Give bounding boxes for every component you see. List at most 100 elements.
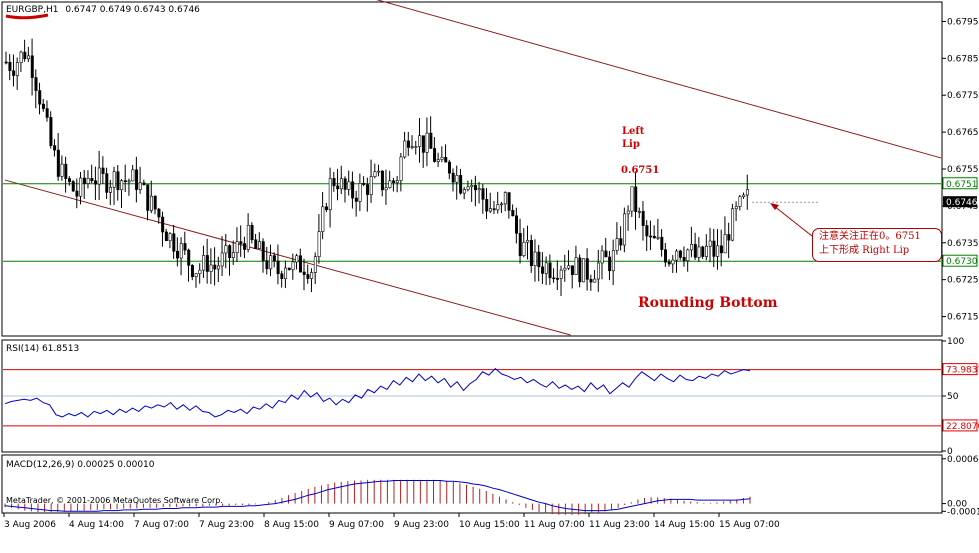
candle-body: [563, 267, 567, 271]
candle-body: [343, 178, 347, 190]
candle-body: [541, 266, 545, 274]
candle-body: [369, 176, 373, 195]
candle-body: [570, 265, 574, 275]
candle-body: [518, 233, 522, 256]
candle-body: [574, 257, 578, 275]
price-tick-label: 0.6725: [947, 276, 979, 286]
candle-body: [82, 177, 86, 184]
candle-body: [429, 132, 433, 149]
candle-body: [138, 182, 142, 190]
candle-body: [552, 277, 556, 280]
candle-body: [567, 265, 571, 269]
candle-body: [459, 175, 463, 194]
candle-body: [38, 90, 42, 105]
candle-body: [440, 157, 444, 160]
candle-body: [544, 262, 548, 274]
candle-body: [19, 51, 23, 64]
candle-body: [336, 185, 340, 190]
candle-body: [444, 157, 448, 163]
candle-body: [481, 188, 485, 200]
macd-title: MACD(12,26,9) 0.00025 0.00010: [6, 460, 155, 470]
candle-body: [474, 185, 478, 191]
candle-body: [4, 61, 8, 64]
candle-body: [213, 264, 217, 270]
x-tick-label: 9 Aug 07:00: [329, 520, 384, 530]
candle-body: [723, 234, 727, 254]
x-tick-label: 15 Aug 07:00: [719, 520, 780, 530]
x-tick-label: 9 Aug 23:00: [394, 520, 449, 530]
candle-body: [86, 178, 90, 184]
price-tick-label: 0.6785: [947, 54, 979, 64]
candle-body: [433, 148, 437, 162]
candle-body: [719, 245, 723, 254]
candle-body: [202, 255, 206, 271]
pattern-title: Rounding Bottom: [638, 295, 778, 311]
chart-header: EURGBP,H1 0.6747 0.6749 0.6743 0.6746: [6, 5, 200, 15]
candle-body: [27, 55, 31, 60]
callout-line2: 上下形成 Right Lip: [819, 245, 910, 256]
candle-body: [492, 208, 496, 211]
candle-body: [507, 192, 511, 211]
left-lip-label: Left Lip: [622, 125, 644, 151]
candle-body: [652, 236, 656, 239]
candle-body: [533, 251, 537, 267]
macd-tick-label: -0.00011: [947, 507, 979, 517]
x-tick-label: 3 Aug 2006: [4, 520, 56, 530]
candle-body: [68, 178, 72, 182]
candle-body: [317, 231, 321, 257]
candle-body: [637, 211, 641, 213]
candle-body: [682, 257, 686, 261]
rsi-title: RSI(14) 61.8513: [6, 344, 80, 354]
candle-body: [395, 180, 399, 183]
candle-body: [116, 171, 120, 191]
candle-body: [109, 186, 113, 193]
candle-body: [164, 231, 168, 242]
x-tick-label: 11 Aug 23:00: [589, 520, 650, 530]
candle-body: [149, 195, 153, 211]
candle-body: [120, 180, 124, 191]
candle-body: [701, 246, 705, 257]
price-tick-label: 0.6775: [947, 91, 979, 101]
candle-body: [284, 267, 288, 279]
candle-body: [45, 108, 49, 118]
candle-body: [321, 206, 325, 232]
callout-line1: 注意关注正在0。6751: [819, 231, 921, 242]
x-tick-label: 10 Aug 15:00: [459, 520, 520, 530]
candle-body: [559, 269, 563, 279]
candle-body: [377, 170, 381, 173]
candle-body: [515, 215, 519, 234]
candle-body: [403, 140, 407, 158]
candle-body: [697, 246, 701, 258]
candle-body: [418, 135, 422, 147]
candle-body: [235, 241, 239, 253]
candle-body: [526, 240, 530, 243]
candle-body: [94, 180, 98, 185]
candle-body: [667, 261, 671, 265]
candle-body: [127, 180, 131, 183]
candle-body: [630, 186, 634, 212]
candle-body: [414, 146, 418, 148]
callout-note: 注意关注正在0。6751 上下形成 Right Lip: [812, 228, 942, 262]
candle-body: [727, 234, 731, 241]
candle-body: [328, 178, 332, 210]
price-tick-label: 0.6715: [947, 313, 979, 323]
candle-body: [354, 197, 358, 202]
candle-body: [548, 262, 552, 279]
candle-body: [41, 103, 45, 109]
candle-body: [608, 256, 612, 272]
candle-body: [678, 250, 682, 258]
candle-body: [198, 269, 202, 274]
x-tick-label: 11 Aug 07:00: [524, 520, 585, 530]
candle-body: [261, 241, 265, 261]
candle-body: [123, 180, 127, 182]
candle-body: [693, 244, 697, 258]
candle-body: [295, 255, 299, 263]
rsi-tick-label: 50: [947, 392, 959, 402]
candle-body: [447, 161, 451, 174]
candle-body: [257, 241, 261, 249]
rsi-tick-label: 22.8070: [946, 422, 979, 432]
candle-body: [172, 233, 176, 252]
candle-body: [135, 169, 139, 190]
candle-body: [269, 255, 273, 270]
candle-body: [306, 274, 310, 279]
